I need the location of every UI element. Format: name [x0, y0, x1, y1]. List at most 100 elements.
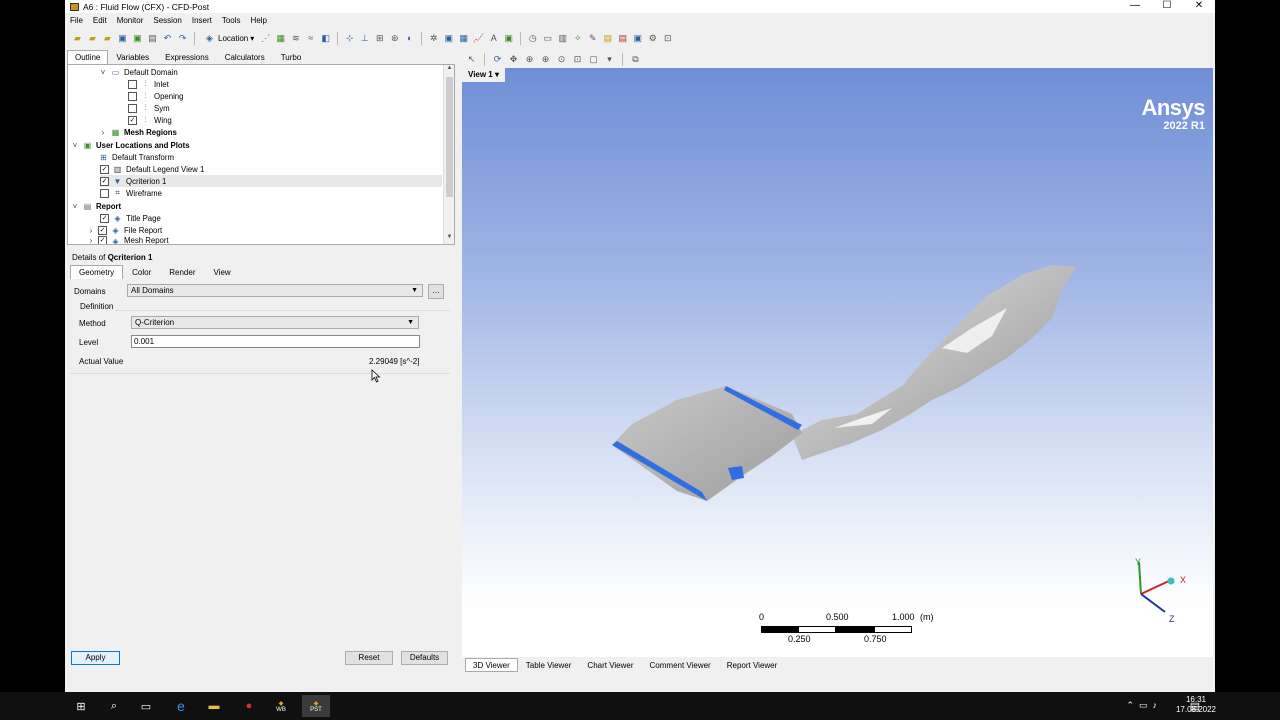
- maximize-icon[interactable]: ☐: [1151, 0, 1183, 13]
- reset-button[interactable]: Reset: [345, 651, 393, 665]
- domains-ellipsis-button[interactable]: ...: [428, 284, 444, 299]
- viewport-layout-icon[interactable]: ▢: [587, 53, 600, 66]
- zoom-icon[interactable]: ⊕: [523, 53, 536, 66]
- visibility-checkbox[interactable]: [128, 103, 137, 113]
- fit-view-icon[interactable]: ⊡: [571, 53, 584, 66]
- tab-chart-viewer[interactable]: Chart Viewer: [579, 658, 641, 672]
- pan-icon[interactable]: ✥: [507, 53, 520, 66]
- cfd-post-taskbar-icon[interactable]: ◆ PST: [302, 695, 330, 717]
- visibility-checkbox[interactable]: [128, 91, 137, 101]
- visibility-checkbox-checked[interactable]: ✓: [98, 225, 107, 235]
- animation-icon[interactable]: ▭: [541, 32, 554, 45]
- scroll-up-icon[interactable]: ▲: [444, 65, 454, 75]
- redo-icon[interactable]: ↷: [176, 32, 189, 45]
- visibility-checkbox-checked[interactable]: ✓: [98, 236, 107, 244]
- tree-item-default-domain[interactable]: ˅ ▭ Default Domain: [98, 66, 178, 78]
- tree-item-mesh-report[interactable]: › ✓ ◈ Mesh Report: [86, 236, 169, 244]
- pick-icon[interactable]: ✎: [586, 32, 599, 45]
- visibility-checkbox[interactable]: [128, 79, 137, 89]
- tree-item-default-transform[interactable]: ⊞ Default Transform: [98, 151, 174, 163]
- visibility-checkbox-checked[interactable]: ✓: [128, 115, 137, 125]
- tree-item-title-page[interactable]: ✓ ◈ Title Page: [100, 212, 161, 224]
- file-explorer-icon[interactable]: ▬: [205, 698, 223, 714]
- task-view-icon[interactable]: ▭: [137, 698, 155, 714]
- visibility-checkbox-checked[interactable]: ✓: [100, 213, 109, 223]
- tab-calculators[interactable]: Calculators: [217, 50, 273, 64]
- tab-3d-viewer[interactable]: 3D Viewer: [465, 658, 518, 672]
- tab-variables[interactable]: Variables: [108, 50, 157, 64]
- contour-icon[interactable]: ▦: [274, 32, 287, 45]
- chart-icon[interactable]: 📈: [472, 32, 485, 45]
- clip-plane-icon[interactable]: ◐: [403, 32, 416, 45]
- 3d-viewport[interactable]: View 1 ▾ Ansys 2022 R1 0 0.500 1.000 (m)…: [462, 68, 1213, 657]
- print-icon[interactable]: ▤: [146, 32, 159, 45]
- synchronize-icon[interactable]: ⧉: [629, 53, 642, 66]
- tab-outline[interactable]: Outline: [67, 50, 109, 64]
- open-icon[interactable]: ▰: [86, 32, 99, 45]
- probe-icon[interactable]: ✧: [571, 32, 584, 45]
- comment-icon[interactable]: A: [487, 32, 500, 45]
- edge-browser-icon[interactable]: e: [172, 698, 190, 714]
- level-input[interactable]: 0.001: [131, 335, 420, 348]
- tree-item-wing[interactable]: ✓ ⫶ Wing: [128, 114, 172, 126]
- menu-help[interactable]: Help: [246, 15, 272, 27]
- tab-render[interactable]: Render: [160, 265, 204, 279]
- vector-icon[interactable]: ⋰: [259, 32, 272, 45]
- tab-turbo[interactable]: Turbo: [273, 50, 310, 64]
- minimize-icon[interactable]: —: [1119, 0, 1151, 13]
- coordinate-frame-icon[interactable]: ⊥: [358, 32, 371, 45]
- tree-item-wireframe[interactable]: ⌗ Wireframe: [100, 187, 162, 199]
- menu-edit[interactable]: Edit: [88, 15, 112, 27]
- quick-editor-icon[interactable]: ▥: [556, 32, 569, 45]
- location-dropdown[interactable]: ◈ Location ▾: [200, 31, 257, 45]
- variable-icon[interactable]: ✲: [427, 32, 440, 45]
- zoom-fit-icon[interactable]: ⊙: [555, 53, 568, 66]
- tree-item-report[interactable]: ˅ ▤ Report: [70, 200, 121, 212]
- notification-icon[interactable]: ▤: [1186, 698, 1204, 714]
- instance-transform-icon[interactable]: ⊛: [388, 32, 401, 45]
- chevron-down-icon[interactable]: ˅: [70, 202, 80, 211]
- defaults-button[interactable]: Defaults: [401, 651, 448, 665]
- tree-item-sym[interactable]: ⫶ Sym: [128, 102, 170, 114]
- search-icon[interactable]: ⌕: [105, 698, 123, 714]
- volume-render-icon[interactable]: ◧: [319, 32, 332, 45]
- tree-item-default-legend[interactable]: ✓ ▥ Default Legend View 1: [100, 163, 204, 175]
- chevron-right-icon[interactable]: ›: [86, 226, 96, 235]
- chevron-down-icon[interactable]: ˅: [70, 141, 80, 150]
- save-state-icon[interactable]: ▣: [116, 32, 129, 45]
- tree-item-opening[interactable]: ⫶ Opening: [128, 90, 183, 102]
- domains-select[interactable]: All Domains ▼: [127, 284, 423, 297]
- table-icon[interactable]: ▦: [457, 32, 470, 45]
- system-tray-icons[interactable]: ⌃▭♪: [1126, 700, 1162, 711]
- rotate-icon[interactable]: ⟳: [491, 53, 504, 66]
- visibility-checkbox-checked[interactable]: ✓: [100, 164, 109, 174]
- tree-item-mesh-regions[interactable]: › ▦ Mesh Regions: [98, 126, 177, 138]
- save-icon[interactable]: ▣: [131, 32, 144, 45]
- tree-item-user-locations[interactable]: ˅ ▣ User Locations and Plots: [70, 139, 190, 151]
- visibility-checkbox-checked[interactable]: ✓: [100, 176, 109, 186]
- legend-icon[interactable]: ⊞: [373, 32, 386, 45]
- tree-item-qcriterion[interactable]: ✓ ▼ Qcriterion 1: [100, 175, 442, 187]
- tab-report-viewer[interactable]: Report Viewer: [719, 658, 786, 672]
- menu-file[interactable]: File: [65, 15, 88, 27]
- figure-icon[interactable]: ▣: [502, 32, 515, 45]
- timestep-icon[interactable]: ◷: [526, 32, 539, 45]
- tab-comment-viewer[interactable]: Comment Viewer: [642, 658, 719, 672]
- tab-table-viewer[interactable]: Table Viewer: [518, 658, 580, 672]
- chevron-down-icon[interactable]: ▾: [603, 53, 616, 66]
- scroll-down-icon[interactable]: ▼: [444, 234, 454, 244]
- new-folder-icon[interactable]: ▰: [71, 32, 84, 45]
- text-object-icon[interactable]: ⊹: [343, 32, 356, 45]
- tab-expressions[interactable]: Expressions: [157, 50, 217, 64]
- chevron-right-icon[interactable]: ›: [86, 236, 96, 244]
- close-icon[interactable]: ✕: [1183, 0, 1215, 13]
- undo-icon[interactable]: ↶: [161, 32, 174, 45]
- windows-start-icon[interactable]: ⊞: [72, 698, 90, 714]
- tab-color[interactable]: Color: [123, 265, 160, 279]
- chevron-right-icon[interactable]: ›: [98, 128, 108, 137]
- chevron-down-icon[interactable]: ˅: [98, 68, 108, 77]
- report-icon[interactable]: ▤: [601, 32, 614, 45]
- menu-insert[interactable]: Insert: [187, 15, 217, 27]
- macro-icon[interactable]: ⚙: [646, 32, 659, 45]
- recorder-icon[interactable]: ●: [240, 698, 258, 714]
